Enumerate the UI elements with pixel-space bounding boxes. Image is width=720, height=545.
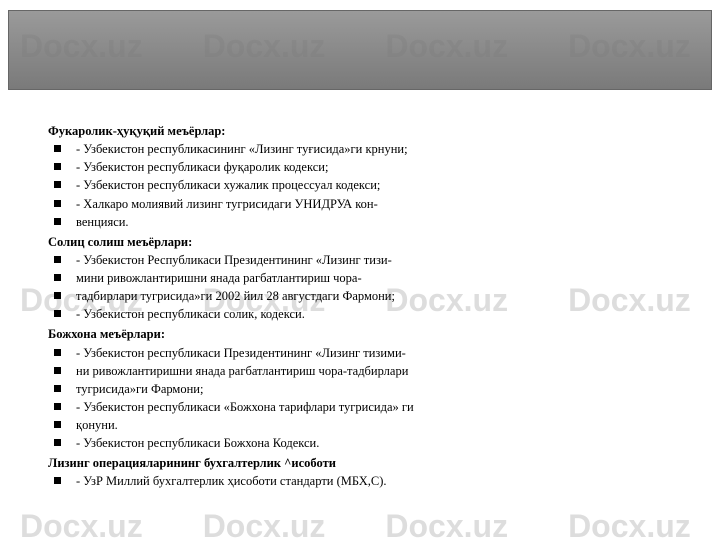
- list-item: венцияси.: [48, 213, 700, 231]
- watermark-bot: Docx.uz Docx.uz Docx.uz Docx.uz: [0, 508, 720, 545]
- list-item: қонуни.: [48, 416, 700, 434]
- list-item: - Узбекистон республикаси фуқаролик коде…: [48, 158, 700, 176]
- section-heading: Фукаролик-ҳуқуқий меъёрлар:: [48, 122, 700, 140]
- list-item: - Узбекистон республикаси солик, кодекси…: [48, 305, 700, 323]
- section-list: - Узбекистон республикаси Президентининг…: [48, 344, 700, 453]
- header-bar: [8, 10, 712, 90]
- list-item: мини ривожлантиришни янада рагбатлантири…: [48, 269, 700, 287]
- section-list: - Узбекистон Республикаси Президентининг…: [48, 251, 700, 324]
- section-heading: Божхона меъёрлари:: [48, 325, 700, 343]
- list-item: - Узбекистон Республикаси Президентининг…: [48, 251, 700, 269]
- list-item: - Узбекистон республикаси хужалик процес…: [48, 176, 700, 194]
- section-list: - Узбекистон республикасининг «Лизинг ту…: [48, 140, 700, 231]
- list-item: тугрисида»ги Фармони;: [48, 380, 700, 398]
- list-item: - Узбекистон республикаси «Божхона тариф…: [48, 398, 700, 416]
- list-item: - УзР Миллий бухгалтерлик ҳисоботи станд…: [48, 472, 700, 490]
- list-item: - Узбекистон республикаси Президентининг…: [48, 344, 700, 362]
- list-item: тадбирлари тугрисида»ги 2002 йил 28 авгу…: [48, 287, 700, 305]
- list-item: ни ривожлантиришни янада рагбатлантириш …: [48, 362, 700, 380]
- section-heading: Солиц солиш меъёрлари:: [48, 233, 700, 251]
- section-heading: Лизинг операцияларининг бухгалтерлик ^ис…: [48, 454, 700, 472]
- list-item: - Халкаро молиявий лизинг тугрисидаги УН…: [48, 195, 700, 213]
- document-content: Фукаролик-ҳуқуқий меъёрлар: - Узбекистон…: [48, 120, 700, 491]
- list-item: - Узбекистон республикаси Божхона Кодекс…: [48, 434, 700, 452]
- list-item: - Узбекистон республикасининг «Лизинг ту…: [48, 140, 700, 158]
- section-list: - УзР Миллий бухгалтерлик ҳисоботи станд…: [48, 472, 700, 490]
